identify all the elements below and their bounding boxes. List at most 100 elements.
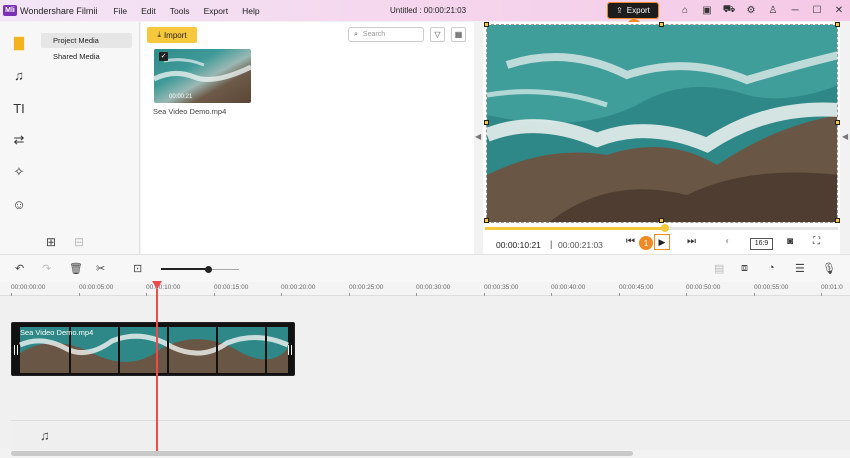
- redo-icon[interactable]: ↷: [42, 262, 51, 275]
- save-icon[interactable]: ▣: [696, 5, 718, 16]
- play-button[interactable]: ▶: [654, 234, 670, 250]
- document-title: Untitled : 00:00:21:03: [390, 6, 467, 15]
- minimize-icon[interactable]: ─: [784, 5, 806, 16]
- text-icon[interactable]: TI: [10, 99, 28, 117]
- transition-icon[interactable]: ⇄: [10, 131, 28, 149]
- next-frame-icon[interactable]: ⏭: [687, 236, 696, 247]
- playhead-line[interactable]: [156, 289, 158, 451]
- left-icon-rail: ▇ ♫ TI ⇄ ✧ ☺: [0, 22, 38, 254]
- search-input[interactable]: ⌕ Search: [348, 27, 424, 42]
- resize-handle[interactable]: [659, 218, 664, 223]
- grid-view-icon[interactable]: ▦: [451, 27, 466, 42]
- filter-icon[interactable]: ▽: [430, 27, 445, 42]
- render-icon[interactable]: ◐: [725, 236, 731, 247]
- speed-icon[interactable]: ◔: [768, 262, 775, 274]
- resize-handle[interactable]: [484, 22, 489, 27]
- search-placeholder: Search: [362, 31, 386, 38]
- menu-tools[interactable]: Tools: [170, 6, 190, 16]
- resize-handle[interactable]: [484, 218, 489, 223]
- ruler-tick: 00:00:25:00: [349, 284, 384, 297]
- folder-icon[interactable]: ▇: [10, 34, 28, 52]
- new-folder-icon[interactable]: ⊞: [46, 235, 56, 249]
- cart-icon[interactable]: ⛟: [718, 4, 740, 17]
- progress-knob[interactable]: [661, 224, 670, 232]
- preview-canvas[interactable]: [486, 24, 838, 223]
- snapshot-icon[interactable]: ◙: [787, 236, 793, 247]
- resize-handle[interactable]: [835, 120, 840, 125]
- timeline-ruler[interactable]: 00:00:00:00 00:00:05:00 00:00:10:00 00:0…: [0, 282, 850, 297]
- current-time: 00:00:10:21: [496, 240, 541, 250]
- effects-icon[interactable]: ✧: [10, 163, 28, 181]
- resize-handle[interactable]: [835, 218, 840, 223]
- shirt-icon[interactable]: ♙: [762, 5, 784, 16]
- ruler-tick: 00:00:45:00: [619, 284, 654, 297]
- window-controls: ⌂ ▣ ⛟ ⚙ ♙ ─ ☐ ✕: [674, 0, 850, 21]
- ruler-tick: 00:00:55:00: [754, 284, 789, 297]
- ruler-tick: 00:00:00:00: [11, 284, 46, 297]
- media-clip-thumbnail[interactable]: ✓ 00:00:21: [154, 49, 251, 103]
- undo-icon[interactable]: ↶: [15, 262, 24, 275]
- nav-shared-media[interactable]: Shared Media: [41, 49, 132, 64]
- export-button[interactable]: ⇪ Export: [607, 2, 659, 19]
- menu-export[interactable]: Export: [204, 6, 229, 16]
- aspect-ratio-button[interactable]: 16:9: [750, 238, 773, 250]
- delete-icon[interactable]: 🗑: [69, 262, 83, 275]
- crop-icon[interactable]: ⧈: [741, 262, 748, 275]
- resize-handle[interactable]: [484, 120, 489, 125]
- adjust-icon[interactable]: ☰: [795, 262, 805, 275]
- storyboard-icon[interactable]: ▤: [714, 262, 724, 275]
- music-icon[interactable]: ♫: [10, 66, 28, 84]
- settings-icon[interactable]: ⚙: [740, 5, 762, 16]
- selected-check-icon[interactable]: ✓: [159, 52, 168, 61]
- import-button[interactable]: ⤓ Import: [147, 27, 197, 43]
- collapse-left-icon[interactable]: ◀: [475, 132, 481, 141]
- fit-timeline-icon[interactable]: ⊡: [133, 262, 142, 275]
- resize-handle[interactable]: [835, 22, 840, 27]
- ruler-tick: 00:00:40:00: [551, 284, 586, 297]
- nav-project-media[interactable]: Project Media: [41, 33, 132, 48]
- ruler-tick: 00:00:05:00: [79, 284, 114, 297]
- clip-track-label: Sea Video Demo.mp4: [20, 328, 94, 337]
- scissors-icon[interactable]: ✂: [96, 262, 105, 275]
- total-time: 00:00:21:03: [558, 240, 603, 250]
- menu-edit[interactable]: Edit: [141, 6, 156, 16]
- progress-fill: [485, 227, 666, 230]
- preview-progress-bar[interactable]: [485, 224, 838, 232]
- close-icon[interactable]: ✕: [828, 5, 850, 16]
- ruler-tick: 00:00:35:00: [484, 284, 519, 297]
- timeline-video-clip[interactable]: Sea Video Demo.mp4: [11, 322, 295, 376]
- clip-duration: 00:00:21: [169, 94, 193, 100]
- app-name: Wondershare Filmii: [20, 5, 98, 16]
- export-label: Export: [626, 6, 650, 15]
- microphone-icon[interactable]: 🎙: [822, 262, 836, 275]
- play-icon: ▶: [658, 236, 666, 247]
- maximize-icon[interactable]: ☐: [806, 5, 828, 16]
- sea-preview-image: [487, 25, 837, 222]
- previous-frame-icon[interactable]: ⏮: [626, 236, 635, 247]
- download-icon: ⤓: [157, 30, 161, 39]
- clip-name: Sea Video Demo.mp4: [153, 107, 227, 116]
- sticker-icon[interactable]: ☺: [10, 195, 28, 213]
- music-note-icon: ♫: [40, 428, 50, 443]
- menu-file[interactable]: File: [113, 6, 127, 16]
- delete-folder-icon[interactable]: ⊟: [74, 235, 84, 249]
- step-badge-play: 1: [639, 236, 653, 250]
- menu-bar: File Edit Tools Export Help: [113, 6, 273, 16]
- app-logo: Mli: [3, 5, 17, 16]
- menu-help[interactable]: Help: [242, 6, 259, 16]
- clip-left-trim-handle[interactable]: [14, 345, 18, 355]
- ruler-tick: 00:00:50:00: [686, 284, 721, 297]
- playhead-handle[interactable]: [152, 281, 162, 289]
- home-icon[interactable]: ⌂: [674, 5, 696, 16]
- timeline-toolbar: ↶ ↷ 🗑 ✂ ⊡ ▤ ⧈ ◔ ☰ 🎙: [0, 254, 850, 282]
- audio-track[interactable]: ♫: [11, 420, 850, 450]
- resize-handle[interactable]: [659, 22, 664, 27]
- search-icon: ⌕: [354, 30, 358, 38]
- ruler-tick: 00:00:30:00: [416, 284, 451, 297]
- fullscreen-icon[interactable]: ⛶: [813, 236, 820, 247]
- collapse-right-icon[interactable]: ◀: [842, 132, 848, 141]
- time-separator: |: [550, 239, 553, 249]
- clip-right-trim-handle[interactable]: [288, 345, 292, 355]
- zoom-slider-knob[interactable]: [204, 266, 212, 273]
- timeline-horizontal-scrollbar[interactable]: [11, 451, 633, 456]
